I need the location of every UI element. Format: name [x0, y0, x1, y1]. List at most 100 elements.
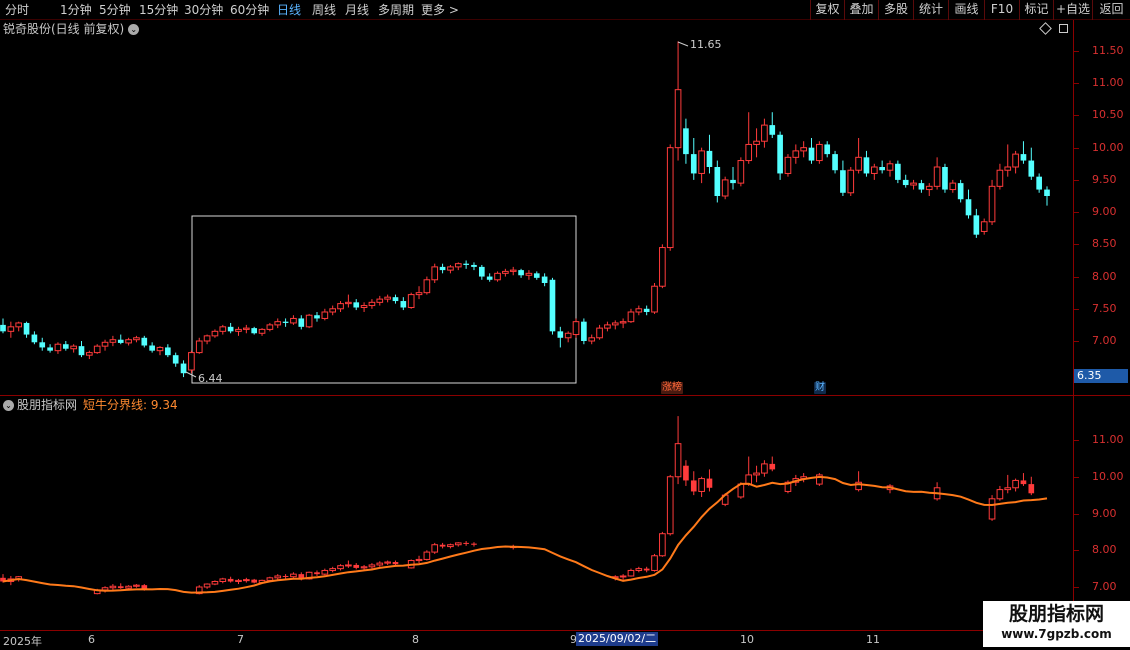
price-tick-label: 9.00 — [1092, 205, 1117, 219]
candle-body — [910, 182, 917, 186]
candle-body-indicator — [698, 478, 705, 492]
selection-box[interactable] — [191, 215, 577, 384]
price-tick-mark — [1074, 115, 1079, 117]
candle-body — [737, 160, 745, 184]
candle-body — [635, 308, 643, 313]
candle-body — [149, 345, 155, 351]
candle-body — [392, 297, 399, 302]
candle-body — [832, 154, 838, 171]
chevron-down-icon[interactable]: ⌄ — [128, 24, 140, 35]
candle-body — [525, 272, 533, 276]
candle-body — [93, 345, 101, 354]
candle-body — [792, 150, 800, 158]
candle-body — [471, 264, 477, 267]
watermark-logo: 股朋指标网 www.7gpzb.com — [983, 601, 1130, 647]
candle-body — [329, 308, 337, 313]
candle-body-indicator — [109, 585, 117, 589]
candle-body — [502, 270, 509, 274]
candle-body — [31, 334, 38, 343]
candle-body — [863, 157, 870, 174]
candle-body-indicator — [360, 566, 368, 569]
price-tick-label: 7.50 — [1092, 301, 1117, 315]
candle-body — [274, 321, 282, 326]
candle-body-indicator — [345, 564, 352, 567]
window-square-icon[interactable] — [1059, 24, 1068, 33]
candle-body — [879, 167, 885, 171]
indicator-name: 股朋指标网 — [17, 398, 78, 412]
candle-body — [800, 147, 807, 152]
candle-body — [251, 328, 258, 334]
candle-body-indicator — [761, 463, 768, 474]
candle-body — [824, 144, 831, 155]
candle-body — [156, 346, 164, 352]
date-label-jul: 7 — [237, 633, 244, 646]
candle-body — [902, 179, 909, 186]
bull-line — [2, 475, 1048, 594]
candle-body — [745, 143, 753, 162]
price-tick-mark — [1074, 244, 1079, 246]
candle-body — [753, 140, 760, 145]
candle-body — [431, 266, 439, 281]
candle-body — [949, 182, 957, 191]
candle-body-indicator — [384, 561, 391, 564]
candle-body — [117, 339, 124, 343]
price-tick-label: 10.50 — [1092, 108, 1124, 122]
candle-body — [627, 311, 635, 323]
candle-body — [165, 347, 171, 356]
chart-title: 锐奇股份(日线 前复权) ⌄ — [3, 21, 140, 37]
candle-body — [415, 292, 423, 296]
finance-marker[interactable]: 财 — [814, 382, 826, 394]
candle-body-indicator — [392, 562, 399, 565]
candle-body-indicator — [471, 543, 477, 545]
price-tick-label: 8.50 — [1092, 237, 1117, 251]
candle-body — [611, 322, 619, 326]
candle-body — [494, 272, 501, 281]
indicator-tick-mark — [1074, 476, 1079, 478]
date-axis: 2025年 6 7 8 9 2025/09/02/二 10 11 — [0, 630, 1130, 650]
candle-body — [353, 302, 360, 308]
candle-body-indicator — [439, 544, 446, 547]
stock-title: 锐奇股份(日线 前复权) — [3, 22, 125, 36]
candle-body-indicator — [227, 578, 234, 582]
candle-body — [706, 150, 713, 167]
candle-body — [816, 143, 823, 162]
candle-body — [588, 337, 596, 342]
candle-body-indicator — [988, 498, 996, 520]
candle-body — [258, 328, 266, 334]
candle-body — [855, 156, 862, 171]
price-tick-mark — [1074, 212, 1079, 214]
indicator-tick-label: 7.00 — [1092, 580, 1117, 593]
candle-body — [1044, 189, 1050, 196]
candle-body — [674, 89, 682, 149]
candle-body — [407, 294, 415, 308]
candle-body-indicator — [690, 480, 697, 492]
candle-body — [298, 318, 305, 327]
indicator-chevron-icon[interactable]: ⌄ — [3, 400, 14, 411]
high-price-label: 11.65 — [690, 38, 722, 51]
candle-body — [235, 328, 242, 332]
candle-body-indicator — [683, 465, 689, 481]
candle-body — [101, 341, 109, 347]
candle-body — [321, 311, 329, 319]
candle-body — [219, 326, 227, 332]
candle-body-indicator — [643, 568, 650, 571]
candle-body-indicator — [415, 558, 423, 562]
kline-chart[interactable] — [0, 0, 1130, 650]
candle-body — [918, 183, 925, 190]
current-price-tag: 6.35 — [1074, 369, 1128, 383]
candle-body — [596, 327, 603, 339]
candle-body-indicator — [706, 478, 713, 488]
price-tick-label: 8.00 — [1092, 269, 1117, 283]
candle-body — [957, 183, 964, 200]
candle-body — [479, 266, 485, 277]
candle-body — [376, 298, 384, 303]
candle-body-indicator — [1012, 479, 1019, 489]
indicator-tick-mark — [1074, 513, 1079, 515]
zhangbang-marker[interactable]: 涨榜 — [661, 382, 683, 394]
candle-body-indicator — [769, 463, 776, 470]
selected-date-label[interactable]: 2025/09/02/二 — [576, 632, 659, 646]
candle-body-indicator — [125, 585, 132, 589]
candle-body-indicator — [463, 542, 469, 544]
indicator-tick-label: 8.00 — [1092, 543, 1117, 557]
candle-body — [314, 315, 320, 319]
